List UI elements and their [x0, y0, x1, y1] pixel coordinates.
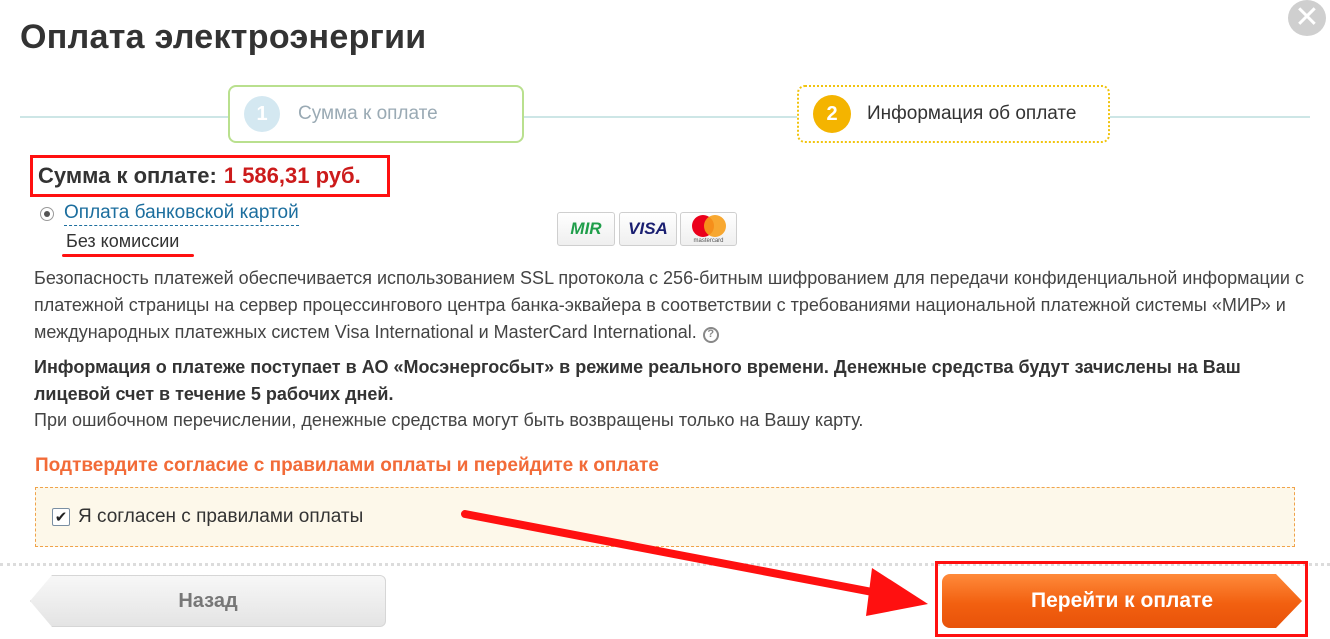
highlight-underline — [62, 254, 194, 257]
radio-dot-icon — [44, 211, 50, 217]
back-button[interactable]: Назад — [30, 575, 386, 627]
step-number: 2 — [813, 95, 851, 133]
security-text: Безопасность платежей обеспечивается исп… — [34, 268, 1304, 343]
payment-method-link[interactable]: Оплата банковской картой — [64, 202, 299, 226]
step-payment-info: 2 Информация об оплате — [797, 85, 1110, 143]
payment-notice: Информация о платеже поступает в АО «Мос… — [34, 357, 1241, 404]
steps-divider — [20, 116, 1310, 118]
agree-checkbox[interactable]: ✔ — [52, 508, 70, 526]
amount-summary: Сумма к оплате: 1 586,31 руб. — [30, 155, 390, 197]
payment-method-radio[interactable] — [40, 207, 54, 221]
checkmark-icon: ✔ — [54, 508, 68, 526]
close-icon[interactable]: ✕ — [1288, 0, 1326, 36]
confirm-title: Подтвердите согласие с правилами оплаты … — [35, 455, 659, 476]
step-label: Сумма к оплате — [298, 103, 438, 124]
visa-logo: VISA — [619, 212, 677, 246]
mir-logo: MIR — [557, 212, 615, 246]
help-icon[interactable]: ? — [702, 326, 719, 343]
no-fee-label: Без комиссии — [66, 231, 180, 251]
amount-value: 1 586,31 руб. — [223, 163, 361, 188]
pay-button[interactable]: Перейти к оплате — [942, 574, 1302, 628]
agree-label[interactable]: Я согласен с правилами оплаты — [78, 506, 363, 528]
page-title: Оплата электроэнергии — [20, 18, 427, 56]
mastercard-logo: mastercard — [680, 212, 737, 246]
refund-text: При ошибочном перечислении, денежные сре… — [34, 410, 864, 430]
amount-label: Сумма к оплате: — [38, 163, 217, 188]
step-label: Информация об оплате — [867, 103, 1077, 124]
step-number: 1 — [244, 96, 280, 132]
step-amount[interactable]: 1 Сумма к оплате — [228, 85, 524, 143]
